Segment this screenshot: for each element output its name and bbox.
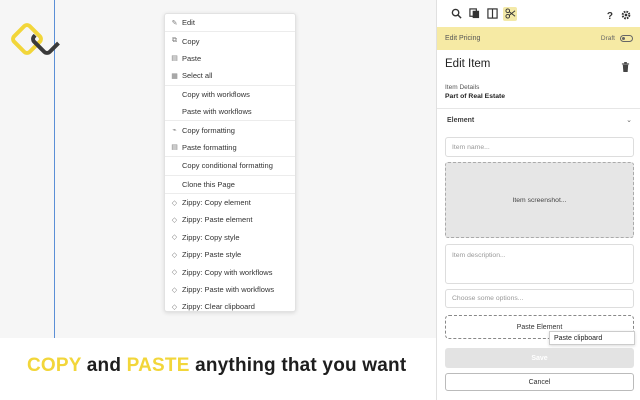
zippy-icon: ◇ [171, 216, 178, 224]
zippy-icon: ◇ [171, 234, 178, 242]
menu-item-copy-with-workflows[interactable]: Copy with workflows [165, 86, 295, 103]
menu-item-copy-formatting[interactable]: ⌁ Copy formatting [165, 121, 295, 138]
promo-headline: COPY and PASTE anything that you want [27, 355, 407, 376]
menu-item-paste-with-workflows[interactable]: Paste with workflows [165, 103, 295, 120]
search-icon[interactable] [449, 7, 463, 21]
save-button[interactable]: Save [445, 348, 634, 368]
menu-item-edit[interactable]: ✎ Edit [165, 14, 295, 31]
zippy-icon: ◇ [171, 303, 178, 311]
format-brush-icon: ⌁ [172, 127, 177, 135]
menu-item-zippy-paste-style[interactable]: ◇ Zippy: Paste style [165, 246, 295, 263]
item-details-label: Item Details [445, 84, 480, 91]
help-icon[interactable]: ? [607, 11, 613, 22]
panel-title: Edit Item [445, 58, 491, 70]
chevron-down-icon[interactable]: ⌄ [626, 116, 632, 124]
layout-panel-icon[interactable] [485, 7, 499, 21]
copy-pages-icon[interactable] [467, 7, 481, 21]
cancel-button[interactable]: Cancel [445, 373, 634, 391]
menu-item-zippy-copy-element[interactable]: ◇ Zippy: Copy element [165, 194, 295, 211]
menu-item-zippy-copy-style[interactable]: ◇ Zippy: Copy style [165, 229, 295, 246]
item-screenshot-dropzone[interactable]: Item screenshot... [445, 162, 634, 238]
menu-item-copy-conditional-formatting[interactable]: Copy conditional formatting [165, 157, 295, 174]
trash-icon[interactable] [621, 62, 630, 72]
zippy-logo [11, 23, 63, 55]
menu-item-copy[interactable]: ⧉ Copy [165, 32, 295, 49]
draft-toggle[interactable] [620, 35, 633, 42]
divider [437, 108, 640, 109]
menu-item-zippy-paste-with-workflows[interactable]: ◇ Zippy: Paste with workflows [165, 281, 295, 298]
edit-icon: ✎ [171, 19, 178, 27]
draft-label: Draft [600, 35, 615, 42]
zippy-icon: ◇ [171, 269, 178, 277]
context-menu: ✎ Edit ⧉ Copy ▤ Paste ▦ Select all Copy with… [164, 13, 296, 312]
menu-item-zippy-copy-with-workflows[interactable]: ◇ Zippy: Copy with workflows [165, 263, 295, 280]
paste-format-icon: ▤ [171, 144, 178, 152]
select-all-icon: ▦ [171, 72, 178, 80]
item-description-input[interactable]: Item description... [445, 244, 634, 284]
gear-icon[interactable] [621, 7, 631, 25]
zippy-icon: ◇ [171, 199, 178, 207]
menu-item-zippy-clear-clipboard[interactable]: ◇ Zippy: Clear clipboard [165, 298, 295, 315]
edit-pricing-link[interactable]: Edit Pricing [445, 35, 480, 42]
pricing-bar: Edit Pricing Draft [437, 27, 640, 50]
scissors-icon[interactable] [503, 6, 517, 21]
menu-item-select-all[interactable]: ▦ Select all [165, 67, 295, 84]
zippy-icon: ◇ [171, 251, 178, 259]
item-details-value: Part of Real Estate [445, 93, 506, 100]
item-name-input[interactable]: Item name... [445, 137, 634, 157]
element-section-header[interactable]: Element [447, 117, 474, 124]
paste-clipboard-tooltip[interactable]: Paste clipboard [549, 331, 635, 345]
copy-icon: ⧉ [172, 37, 177, 45]
menu-item-zippy-paste-element[interactable]: ◇ Zippy: Paste element [165, 211, 295, 228]
paste-icon: ▤ [171, 55, 178, 63]
panel-toolbar: ? [437, 0, 640, 27]
options-select[interactable]: Choose some options... [445, 289, 634, 308]
menu-item-paste-formatting[interactable]: ▤ Paste formatting [165, 139, 295, 156]
zippy-icon: ◇ [171, 286, 178, 294]
menu-item-clone-page[interactable]: Clone this Page [165, 176, 295, 193]
menu-item-paste[interactable]: ▤ Paste [165, 50, 295, 67]
